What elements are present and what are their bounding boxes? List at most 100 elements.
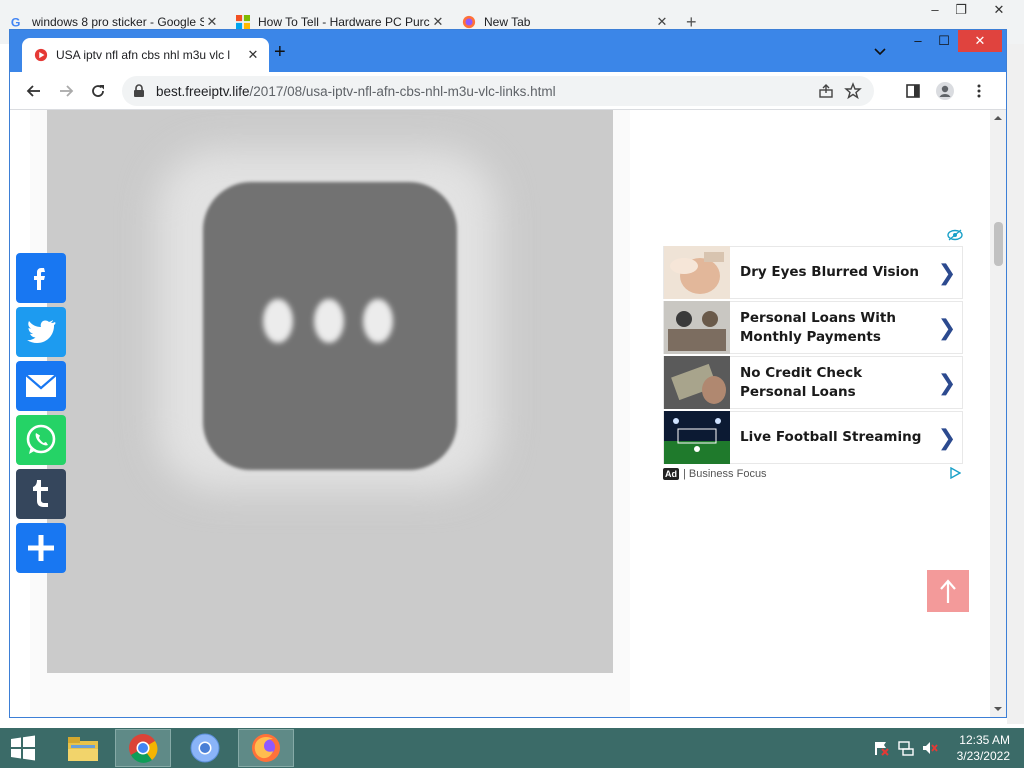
- background-scrollbar[interactable]: [1007, 44, 1024, 724]
- google-icon: G: [11, 15, 21, 29]
- url-host: best.freeiptv.life: [156, 83, 250, 99]
- scroll-up-icon[interactable]: [990, 112, 1006, 124]
- address-bar[interactable]: best.freeiptv.life/2017/08/usa-iptv-nfl-…: [122, 76, 874, 106]
- start-button[interactable]: [0, 729, 46, 767]
- tumblr-icon: [33, 480, 48, 507]
- windows-taskbar: 12:35 AM 3/23/2022: [0, 728, 1024, 768]
- twitter-icon: [27, 320, 56, 343]
- page-content: Dry Eyes Blurred Vision ❯ Personal Loans…: [10, 110, 990, 717]
- microsoft-icon: [236, 15, 250, 29]
- chrome-icon: [129, 734, 158, 763]
- ad-item[interactable]: Personal Loans With Monthly Payments ❯: [663, 301, 963, 354]
- arrow-up-icon: [940, 579, 956, 603]
- close-tab-icon[interactable]: ✕: [245, 47, 261, 63]
- back-button[interactable]: [23, 80, 45, 102]
- title-bar: USA iptv nfl afn cbs nhl m3u vlc l ✕ + –…: [10, 30, 1006, 72]
- close-window-button[interactable]: ✕: [958, 30, 1002, 52]
- browser-toolbar: best.freeiptv.life/2017/08/usa-iptv-nfl-…: [10, 72, 1006, 110]
- url-path: /2017/08/usa-iptv-nfl-afn-cbs-nhl-m3u-vl…: [249, 83, 556, 99]
- chromium-icon: [190, 733, 220, 763]
- more-share-button[interactable]: [16, 523, 66, 573]
- chevron-right-icon: ❯: [937, 369, 957, 395]
- background-tab-title: How To Tell - Hardware PC Purc: [258, 15, 430, 29]
- ad-item[interactable]: Live Football Streaming ❯: [663, 411, 963, 464]
- windows-logo-icon: [11, 735, 35, 761]
- ad-item-title: Personal Loans With Monthly Payments: [740, 309, 896, 345]
- page-scrollbar[interactable]: [990, 110, 1006, 717]
- reload-icon: [92, 85, 104, 97]
- clock-date: 3/23/2022: [956, 749, 1010, 763]
- background-close-button[interactable]: ✕: [984, 0, 1014, 22]
- scroll-down-icon[interactable]: [990, 703, 1006, 715]
- tumblr-share-button[interactable]: [16, 469, 66, 519]
- file-explorer-icon: [68, 737, 98, 761]
- background-tab-title: New Tab: [484, 15, 531, 29]
- loading-dot-icon: [263, 299, 293, 343]
- background-restore-button[interactable]: ❐: [946, 0, 976, 22]
- taskbar-file-explorer[interactable]: [55, 729, 111, 767]
- ad-footer: Ad | Business Focus: [663, 466, 963, 482]
- close-tab-icon[interactable]: ✕: [430, 14, 446, 30]
- back-arrow-icon: [26, 85, 40, 97]
- new-tab-button[interactable]: +: [274, 42, 286, 62]
- forward-button[interactable]: [55, 80, 77, 102]
- tab-search-chevron-icon[interactable]: [872, 43, 888, 59]
- ad-visibility-eye-icon[interactable]: [947, 228, 963, 242]
- taskbar-firefox[interactable]: [238, 729, 294, 767]
- share-page-icon[interactable]: [818, 83, 834, 99]
- loading-dot-icon: [314, 299, 344, 343]
- twitter-share-button[interactable]: [16, 307, 66, 357]
- network-icon[interactable]: [898, 740, 914, 756]
- ad-item[interactable]: No Credit Check Personal Loans ❯: [663, 356, 963, 409]
- active-tab[interactable]: USA iptv nfl afn cbs nhl m3u vlc l ✕: [22, 38, 269, 72]
- taskbar-chrome-active[interactable]: [115, 729, 171, 767]
- browser-menu-button[interactable]: [968, 80, 990, 102]
- ad-source[interactable]: | Business Focus: [683, 468, 767, 480]
- clock-time: 12:35 AM: [959, 733, 1010, 747]
- ad-item-title: No Credit Check Personal Loans: [740, 364, 863, 400]
- facebook-share-button[interactable]: [16, 253, 66, 303]
- ad-thumbnail-credit: [664, 356, 730, 409]
- taskbar-chromium[interactable]: [177, 729, 233, 767]
- maximize-button[interactable]: ☐: [930, 30, 958, 52]
- profile-button[interactable]: [934, 80, 956, 102]
- ad-thumbnail-loans: [664, 301, 730, 354]
- ad-item-title: Dry Eyes Blurred Vision: [740, 264, 920, 280]
- forward-arrow-icon: [60, 85, 74, 97]
- profile-avatar-icon: [936, 82, 954, 100]
- video-loading-button[interactable]: [203, 182, 457, 470]
- email-share-button[interactable]: [16, 361, 66, 411]
- ad-item[interactable]: Dry Eyes Blurred Vision ❯: [663, 246, 963, 299]
- background-tab-title: windows 8 pro sticker - Google S: [32, 15, 204, 29]
- whatsapp-share-button[interactable]: [16, 415, 66, 465]
- scrollbar-thumb[interactable]: [994, 222, 1003, 266]
- site-favicon-icon: [34, 48, 48, 62]
- whatsapp-icon: [26, 424, 56, 454]
- close-tab-icon[interactable]: ✕: [654, 14, 670, 30]
- chevron-right-icon: ❯: [937, 314, 957, 340]
- facebook-icon: [34, 268, 45, 290]
- close-tab-icon[interactable]: ✕: [204, 14, 220, 30]
- chevron-right-icon: ❯: [937, 424, 957, 450]
- plus-icon: [28, 535, 54, 561]
- loading-dot-icon: [363, 299, 393, 343]
- side-panel-icon: [906, 84, 920, 98]
- back-to-top-button[interactable]: [927, 570, 969, 612]
- lock-icon: [134, 84, 144, 97]
- firefox-icon: [462, 15, 476, 29]
- ad-thumbnail-eyes: [664, 246, 730, 299]
- active-tab-title: USA iptv nfl afn cbs nhl m3u vlc l: [56, 48, 231, 62]
- system-clock[interactable]: 12:35 AM 3/23/2022: [957, 732, 1010, 764]
- side-panel-button[interactable]: [902, 80, 924, 102]
- volume-muted-icon[interactable]: [922, 740, 938, 756]
- adchoices-icon[interactable]: [949, 467, 961, 479]
- reload-button[interactable]: [87, 80, 109, 102]
- action-center-flag-icon[interactable]: [873, 740, 889, 756]
- email-icon: [25, 374, 57, 397]
- video-player[interactable]: [47, 110, 613, 673]
- svg-text:G: G: [11, 15, 21, 29]
- minimize-button[interactable]: –: [904, 30, 932, 52]
- bookmark-star-icon[interactable]: [844, 82, 862, 100]
- ad-widget: Dry Eyes Blurred Vision ❯ Personal Loans…: [663, 228, 965, 490]
- browser-window: USA iptv nfl afn cbs nhl m3u vlc l ✕ + –…: [9, 29, 1007, 718]
